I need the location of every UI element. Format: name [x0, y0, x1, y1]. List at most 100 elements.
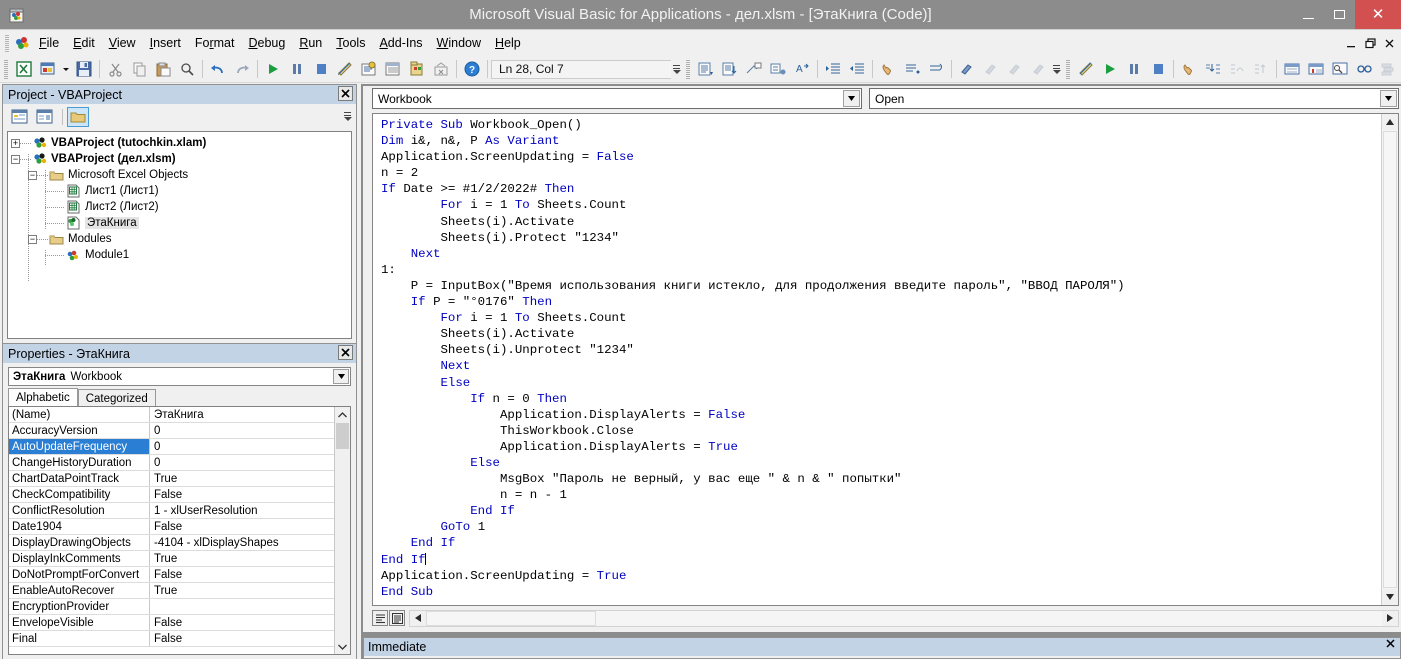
design-mode-icon-2[interactable] — [1074, 58, 1098, 81]
property-value[interactable]: False — [150, 519, 350, 534]
chevron-down-icon[interactable] — [1380, 90, 1397, 107]
step-over-icon[interactable] — [1225, 58, 1249, 81]
cut-icon[interactable] — [103, 58, 127, 81]
menu-insert[interactable]: Insert — [143, 33, 188, 53]
copy-icon[interactable] — [127, 58, 151, 81]
view-code-icon[interactable] — [8, 107, 30, 127]
locals-window-icon[interactable] — [1280, 58, 1304, 81]
tree-node-sheet1[interactable]: Лист1 (Лист1) — [8, 183, 351, 199]
complete-word-icon[interactable]: A — [790, 58, 814, 81]
menu-view[interactable]: View — [102, 33, 143, 53]
property-value[interactable]: 0 — [150, 439, 350, 454]
property-value[interactable]: False — [150, 615, 350, 630]
menu-format[interactable]: Format — [188, 33, 242, 53]
menu-help[interactable]: Help — [488, 33, 528, 53]
scroll-up-icon[interactable] — [1382, 114, 1398, 130]
properties-scroll-thumb[interactable] — [336, 423, 349, 449]
redo-icon[interactable] — [230, 58, 254, 81]
maximize-button[interactable] — [1324, 0, 1355, 29]
table-row[interactable]: DoNotPromptForConvert False — [9, 567, 350, 583]
project-explorer-close-button[interactable] — [338, 86, 353, 101]
menu-window[interactable]: Window — [430, 33, 488, 53]
menu-edit[interactable]: Edit — [66, 33, 102, 53]
property-value[interactable]: True — [150, 583, 350, 598]
table-row[interactable]: DisplayInkComments True — [9, 551, 350, 567]
property-value[interactable] — [150, 599, 350, 614]
table-row[interactable]: ChangeHistoryDuration 0 — [9, 455, 350, 471]
save-icon[interactable] — [72, 58, 96, 81]
scroll-down-icon[interactable] — [1382, 589, 1398, 605]
immediate-close-button[interactable] — [1385, 638, 1396, 652]
properties-close-button[interactable] — [338, 345, 353, 360]
property-value[interactable]: False — [150, 487, 350, 502]
table-row[interactable]: ChartDataPointTrack True — [9, 471, 350, 487]
property-value[interactable]: False — [150, 567, 350, 582]
run-icon-2[interactable] — [1098, 58, 1122, 81]
reset-icon[interactable] — [309, 58, 333, 81]
immediate-window-icon[interactable] — [1304, 58, 1328, 81]
collapse-toggle-icon[interactable]: − — [28, 170, 37, 180]
procedure-combo[interactable]: Open — [869, 88, 1399, 109]
paste-icon[interactable] — [151, 58, 175, 81]
break-icon[interactable] — [285, 58, 309, 81]
property-value[interactable]: True — [150, 471, 350, 486]
properties-scrollbar[interactable] — [334, 407, 350, 654]
reset-icon-2[interactable] — [1146, 58, 1170, 81]
call-stack-icon[interactable] — [1376, 58, 1400, 81]
toolbar-overflow-1[interactable] — [671, 58, 682, 81]
project-explorer-overflow[interactable] — [342, 107, 353, 124]
property-value[interactable]: 0 — [150, 455, 350, 470]
property-value[interactable]: 1 - xlUserResolution — [150, 503, 350, 518]
scroll-right-icon[interactable] — [1382, 610, 1398, 626]
property-value[interactable]: -4104 - xlDisplayShapes — [150, 535, 350, 550]
scroll-left-icon[interactable] — [410, 610, 426, 626]
toolbar-grip-2[interactable] — [686, 59, 690, 79]
watch-window-icon[interactable] — [1328, 58, 1352, 81]
parameter-info-icon[interactable] — [766, 58, 790, 81]
collapse-toggle-icon[interactable]: − — [11, 154, 20, 164]
clear-bookmarks-icon[interactable] — [1027, 58, 1051, 81]
table-row[interactable]: ConflictResolution 1 - xlUserResolution — [9, 503, 350, 519]
tree-node-thisworkbook[interactable]: ЭтаКнига — [8, 215, 351, 231]
help-icon[interactable]: ? — [460, 58, 484, 81]
prev-bookmark-icon[interactable] — [1003, 58, 1027, 81]
collapse-toggle-icon[interactable]: − — [28, 234, 37, 244]
properties-window-icon[interactable] — [381, 58, 405, 81]
procedure-view-icon[interactable] — [372, 610, 388, 626]
quick-watch-icon[interactable] — [1352, 58, 1376, 81]
mdi-restore-button[interactable] — [1361, 32, 1380, 54]
toggle-folders-icon[interactable] — [67, 106, 89, 127]
toolbox-icon[interactable] — [429, 58, 453, 81]
object-combo[interactable]: Workbook — [372, 88, 862, 109]
property-value[interactable]: ЭтаКнига — [150, 407, 350, 422]
uncomment-block-icon[interactable] — [924, 58, 948, 81]
property-value[interactable]: 0 — [150, 423, 350, 438]
step-into-icon[interactable] — [1201, 58, 1225, 81]
toolbar-grip-1[interactable] — [4, 59, 8, 79]
menu-run[interactable]: Run — [292, 33, 329, 53]
tree-node-module1[interactable]: Module1 — [8, 247, 351, 263]
insert-dropdown-icon[interactable] — [60, 58, 72, 81]
table-row[interactable]: Date1904 False — [9, 519, 350, 535]
project-tree[interactable]: + VBAProject (tutochkin.xlam) − VBAProje… — [7, 131, 352, 339]
indent-icon[interactable] — [821, 58, 845, 81]
quick-info-icon[interactable] — [742, 58, 766, 81]
run-icon[interactable] — [261, 58, 285, 81]
table-row[interactable]: DisplayDrawingObjects -4104 - xlDisplaySh… — [9, 535, 350, 551]
toggle-breakpoint-icon[interactable] — [876, 58, 900, 81]
find-icon[interactable] — [175, 58, 199, 81]
table-row[interactable]: (Name) ЭтаКнига — [9, 407, 350, 423]
full-module-view-icon[interactable] — [389, 610, 405, 626]
menu-file[interactable]: File — [32, 33, 66, 53]
menu-debug[interactable]: Debug — [241, 33, 292, 53]
toggle-bookmark-icon[interactable] — [955, 58, 979, 81]
property-value[interactable]: False — [150, 631, 350, 646]
tree-node-excel-objects[interactable]: − Microsoft Excel Objects — [8, 167, 351, 183]
properties-grid[interactable]: (Name) ЭтаКнига AccuracyVersion 0 AutoUpda… — [8, 406, 351, 655]
menu-tools[interactable]: Tools — [329, 33, 372, 53]
chevron-down-icon[interactable] — [333, 369, 349, 384]
table-row[interactable]: EnableAutoRecover True — [9, 583, 350, 599]
object-browser-icon[interactable] — [405, 58, 429, 81]
step-out-icon[interactable] — [1249, 58, 1273, 81]
table-row[interactable]: EnvelopeVisible False — [9, 615, 350, 631]
